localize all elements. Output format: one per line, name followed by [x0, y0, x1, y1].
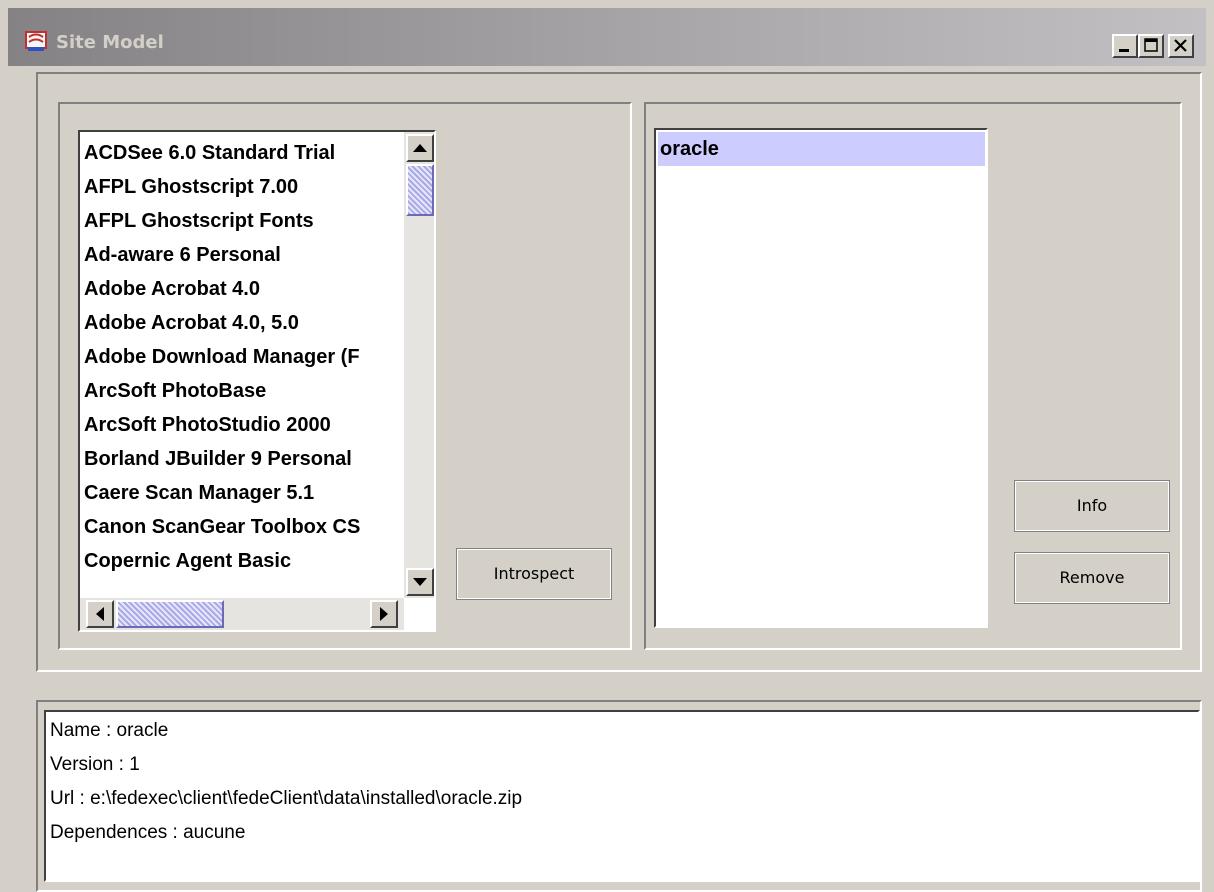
detail-dependences: Dependences : aucune	[50, 822, 246, 843]
list-item-selected[interactable]: oracle	[658, 132, 985, 166]
detail-version: Version : 1	[50, 754, 140, 775]
details-text-area[interactable]: Name : oracle Version : 1 Url : e:\fedex…	[44, 710, 1200, 882]
vertical-scroll-thumb[interactable]	[406, 164, 434, 216]
scroll-down-button[interactable]	[406, 568, 434, 596]
available-list[interactable]: ACDSee 6.0 Standard Trial AFPL Ghostscri…	[78, 130, 436, 632]
scroll-up-button[interactable]	[406, 134, 434, 162]
title-bar[interactable]: Site Model	[8, 8, 1206, 66]
scroll-left-button[interactable]	[86, 600, 114, 628]
maximize-icon	[1144, 38, 1158, 52]
arrow-right-icon	[380, 607, 388, 621]
list-item[interactable]: Adobe Acrobat 4.0	[84, 272, 360, 306]
close-icon	[1174, 39, 1187, 52]
arrow-down-icon	[413, 578, 427, 586]
list-item[interactable]: AFPL Ghostscript Fonts	[84, 204, 360, 238]
list-item[interactable]: Copernic Agent Basic	[84, 544, 360, 578]
arrow-left-icon	[96, 607, 104, 621]
list-item[interactable]: Borland JBuilder 9 Personal	[84, 442, 360, 476]
close-button[interactable]	[1168, 34, 1194, 58]
list-item[interactable]: ArcSoft PhotoBase	[84, 374, 360, 408]
scroll-right-button[interactable]	[370, 600, 398, 628]
minimize-button[interactable]	[1112, 34, 1138, 58]
detail-name: Name : oracle	[50, 720, 169, 741]
installed-list[interactable]: oracle	[654, 128, 988, 628]
list-item[interactable]: Adobe Download Manager (F	[84, 340, 360, 374]
app-icon	[24, 30, 48, 52]
list-item[interactable]: ArcSoft PhotoStudio 2000	[84, 408, 360, 442]
list-item[interactable]: Canon ScanGear Toolbox CS	[84, 510, 360, 544]
window-title: Site Model	[56, 32, 164, 53]
horizontal-scroll-thumb[interactable]	[116, 600, 224, 628]
detail-url: Url : e:\fedexec\client\fedeClient\data\…	[50, 788, 523, 809]
maximize-button[interactable]	[1138, 34, 1164, 58]
list-item[interactable]: Caere Scan Manager 5.1	[84, 476, 360, 510]
window: Site Model ACDSee 6.0 Standard Trial AFP…	[0, 0, 1214, 892]
minimize-icon	[1119, 49, 1129, 52]
list-item[interactable]: AFPL Ghostscript 7.00	[84, 170, 360, 204]
list-item[interactable]: ACDSee 6.0 Standard Trial	[84, 136, 360, 170]
list-item[interactable]: Adobe Acrobat 4.0, 5.0	[84, 306, 360, 340]
list-item[interactable]: Ad-aware 6 Personal	[84, 238, 360, 272]
introspect-button[interactable]: Introspect	[456, 548, 612, 600]
arrow-up-icon	[413, 144, 427, 152]
remove-button[interactable]: Remove	[1014, 552, 1170, 604]
info-button[interactable]: Info	[1014, 480, 1170, 532]
